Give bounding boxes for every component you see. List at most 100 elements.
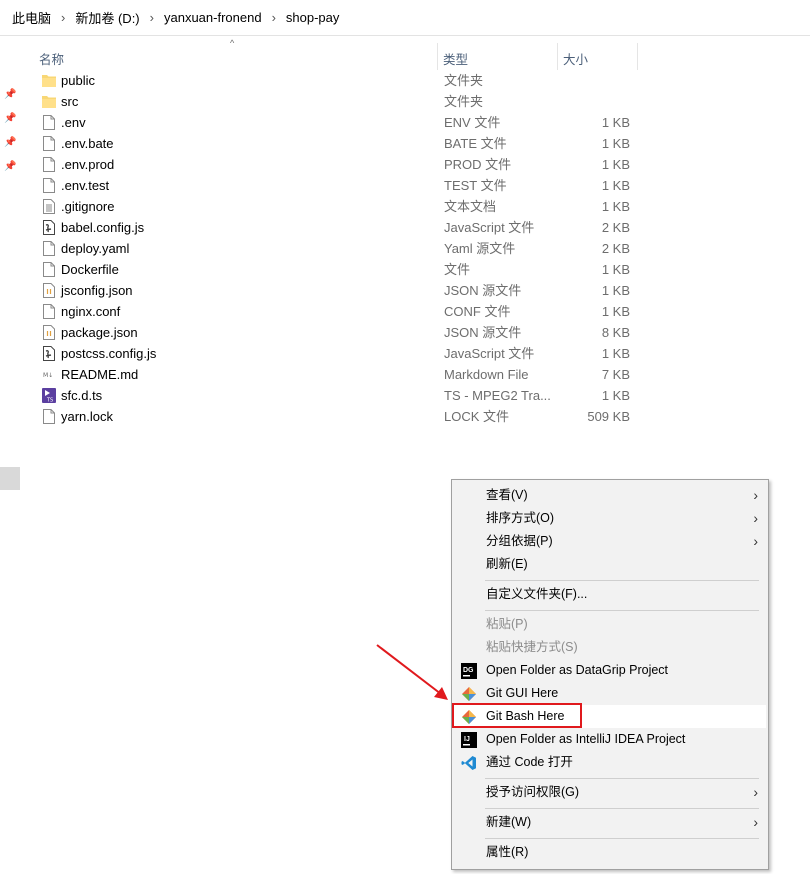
- column-header-size[interactable]: 大小: [563, 49, 588, 68]
- file-row[interactable]: .env ENV 文件 1 KB: [22, 112, 810, 133]
- column-header-name[interactable]: 名称: [39, 49, 64, 68]
- menu-item-git-gui[interactable]: Git GUI Here: [454, 682, 766, 705]
- menu-item-open-intellij[interactable]: IJ Open Folder as IntelliJ IDEA Project: [454, 728, 766, 751]
- file-type: 文件夹: [444, 94, 484, 109]
- menu-item-datagrip-label: Open Folder as DataGrip Project: [486, 663, 669, 677]
- chevron-right-icon[interactable]: ›: [53, 10, 73, 25]
- intellij-icon: IJ: [461, 732, 477, 748]
- menu-item-new[interactable]: 新建(W) ›: [454, 811, 766, 834]
- file-row[interactable]: .env.prod PROD 文件 1 KB: [22, 154, 810, 175]
- file-name: Dockerfile: [61, 262, 119, 277]
- file-row[interactable]: .env.test TEST 文件 1 KB: [22, 175, 810, 196]
- menu-item-open-vscode[interactable]: 通过 Code 打开: [454, 751, 766, 774]
- file-name: .gitignore: [61, 199, 115, 214]
- file-row[interactable]: .env.bate BATE 文件 1 KB: [22, 133, 810, 154]
- text-file-icon: [42, 199, 56, 214]
- file-row[interactable]: nginx.conf CONF 文件 1 KB: [22, 301, 810, 322]
- file-type: JavaScript 文件: [444, 220, 535, 235]
- file-row[interactable]: jsconfig.json JSON 源文件 1 KB: [22, 280, 810, 301]
- file-size: 1 KB: [601, 199, 630, 214]
- file-name: .env.test: [61, 178, 110, 193]
- file-icon: [42, 136, 56, 151]
- pin-icon[interactable]: 📌: [4, 137, 16, 149]
- chevron-right-icon[interactable]: ›: [264, 10, 284, 25]
- menu-item-new-label: 新建(W): [486, 815, 532, 829]
- chevron-right-icon: ›: [753, 784, 758, 800]
- file-icon: [42, 241, 56, 256]
- context-menu: 查看(V) › 排序方式(O) › 分组依据(P) › 刷新(E) 自定义文件夹…: [451, 479, 769, 870]
- file-type: 文件夹: [444, 73, 484, 88]
- chevron-right-icon[interactable]: ›: [142, 10, 162, 25]
- file-name: README.md: [61, 367, 139, 382]
- menu-item-grant-access-label: 授予访问权限(G): [486, 785, 580, 799]
- file-type: 文本文档: [444, 199, 497, 214]
- breadcrumb-yanxuan-fronend[interactable]: yanxuan-fronend: [162, 10, 264, 25]
- menu-item-refresh[interactable]: 刷新(E): [454, 553, 766, 576]
- menu-item-sort[interactable]: 排序方式(O) ›: [454, 507, 766, 530]
- file-size: 1 KB: [601, 115, 630, 130]
- file-type: CONF 文件: [444, 304, 511, 319]
- file-size: 1 KB: [601, 388, 630, 403]
- file-row[interactable]: Dockerfile 文件 1 KB: [22, 259, 810, 280]
- menu-item-view[interactable]: 查看(V) ›: [454, 484, 766, 507]
- column-divider[interactable]: [557, 43, 558, 70]
- git-gui-icon: [462, 687, 476, 701]
- menu-item-sort-label: 排序方式(O): [486, 511, 555, 525]
- script-file-icon: [42, 220, 56, 235]
- file-icon: [42, 409, 56, 424]
- column-header-type[interactable]: 类型: [443, 49, 468, 68]
- chevron-right-icon: ›: [753, 533, 758, 549]
- file-row[interactable]: yarn.lock LOCK 文件 509 KB: [22, 406, 810, 427]
- menu-separator: [485, 808, 759, 809]
- file-type: BATE 文件: [444, 136, 507, 151]
- menu-item-properties[interactable]: 属性(R): [454, 841, 766, 864]
- file-list: ^ 名称 类型 大小 public 文件夹 src 文件夹 .env ENV 文件 1 KB…: [22, 36, 810, 427]
- file-type: JSON 源文件: [444, 283, 522, 298]
- file-name: yarn.lock: [61, 409, 114, 424]
- menu-item-customize-label: 自定义文件夹(F)...: [486, 587, 588, 601]
- file-row[interactable]: package.json JSON 源文件 8 KB: [22, 322, 810, 343]
- chevron-right-icon: ›: [753, 814, 758, 830]
- file-size: 1 KB: [601, 346, 630, 361]
- file-name: .env.bate: [61, 136, 114, 151]
- menu-separator: [485, 610, 759, 611]
- file-row[interactable]: .gitignore 文本文档 1 KB: [22, 196, 810, 217]
- pin-icon[interactable]: 📌: [4, 113, 16, 125]
- file-row[interactable]: public 文件夹: [22, 70, 810, 91]
- script-file-icon: [42, 346, 56, 361]
- file-row[interactable]: deploy.yaml Yaml 源文件 2 KB: [22, 238, 810, 259]
- svg-text:M↓: M↓: [43, 372, 53, 379]
- menu-item-group[interactable]: 分组依据(P) ›: [454, 530, 766, 553]
- nav-selected-item[interactable]: [0, 467, 20, 490]
- file-rows: public 文件夹 src 文件夹 .env ENV 文件 1 KB .env.bate BA…: [22, 70, 810, 427]
- svg-text:DG: DG: [463, 667, 474, 674]
- breadcrumb-this-pc[interactable]: 此电脑: [10, 8, 53, 27]
- breadcrumb-drive-d[interactable]: 新加卷 (D:): [73, 8, 141, 27]
- column-divider[interactable]: [637, 43, 638, 70]
- file-row[interactable]: TS sfc.d.ts TS - MPEG2 Tra... 1 KB: [22, 385, 810, 406]
- menu-item-vscode-label: 通过 Code 打开: [486, 755, 573, 769]
- file-type: JSON 源文件: [444, 325, 522, 340]
- file-row[interactable]: src 文件夹: [22, 91, 810, 112]
- menu-item-open-datagrip[interactable]: DG Open Folder as DataGrip Project: [454, 659, 766, 682]
- file-row[interactable]: babel.config.js JavaScript 文件 2 KB: [22, 217, 810, 238]
- file-type: Yaml 源文件: [444, 241, 516, 256]
- file-name: .env.prod: [61, 157, 115, 172]
- menu-item-grant-access[interactable]: 授予访问权限(G) ›: [454, 781, 766, 804]
- markdown-file-icon: M↓: [42, 367, 56, 382]
- file-row[interactable]: M↓ README.md Markdown File 7 KB: [22, 364, 810, 385]
- pin-icon[interactable]: 📌: [4, 161, 16, 173]
- breadcrumb: 此电脑 › 新加卷 (D:) › yanxuan-fronend › shop-…: [0, 0, 810, 36]
- file-size: 1 KB: [601, 304, 630, 319]
- file-name: src: [61, 94, 79, 109]
- menu-item-paste[interactable]: 粘贴(P): [454, 613, 766, 636]
- menu-item-paste-shortcut[interactable]: 粘贴快捷方式(S): [454, 636, 766, 659]
- menu-item-customize-folder[interactable]: 自定义文件夹(F)...: [454, 583, 766, 606]
- file-size: 7 KB: [601, 367, 630, 382]
- file-row[interactable]: postcss.config.js JavaScript 文件 1 KB: [22, 343, 810, 364]
- column-divider[interactable]: [437, 43, 438, 70]
- breadcrumb-shop-pay[interactable]: shop-pay: [284, 10, 341, 25]
- file-name: nginx.conf: [61, 304, 121, 319]
- menu-separator: [485, 580, 759, 581]
- pin-icon[interactable]: 📌: [4, 89, 16, 101]
